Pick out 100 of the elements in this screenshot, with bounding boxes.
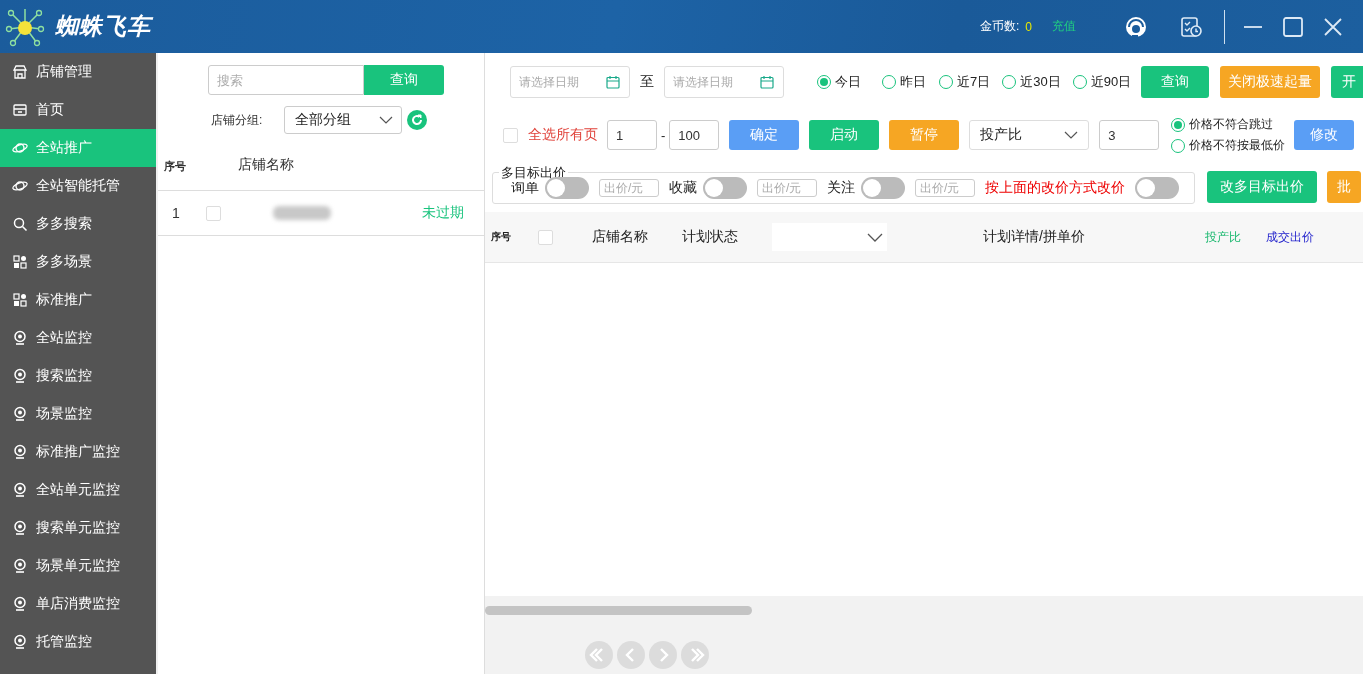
store-icon bbox=[12, 64, 28, 80]
next-page-icon[interactable] bbox=[649, 641, 677, 669]
sidebar-item[interactable]: 首页 bbox=[0, 91, 156, 129]
radio-label: 近30日 bbox=[1020, 73, 1061, 91]
search-icon bbox=[12, 216, 28, 232]
column-header: 序号 bbox=[164, 159, 186, 172]
radio-button[interactable] bbox=[1171, 117, 1186, 132]
camera-icon bbox=[12, 520, 28, 536]
calendar-icon bbox=[606, 75, 620, 89]
camera-icon bbox=[12, 444, 28, 460]
metric-dropdown[interactable]: 投产比 bbox=[969, 120, 1090, 150]
recharge-link[interactable]: 充值 bbox=[1052, 18, 1076, 35]
checkbox[interactable] bbox=[503, 127, 518, 143]
radio-label: 近7日 bbox=[957, 73, 991, 91]
sidebar-item[interactable]: 标准推广监控 bbox=[0, 433, 156, 471]
sidebar-item[interactable]: 场景单元监控 bbox=[0, 547, 156, 585]
camera-icon bbox=[12, 634, 28, 650]
sidebar-item[interactable]: 单店消费监控 bbox=[0, 585, 156, 623]
target-label: 收藏 bbox=[669, 179, 697, 197]
sidebar-item[interactable]: 托管监控 bbox=[0, 623, 156, 661]
calendar-icon bbox=[760, 75, 774, 89]
date-field[interactable]: 请选择日期 bbox=[510, 66, 630, 98]
close-icon[interactable] bbox=[1323, 16, 1343, 37]
refresh-icon[interactable] bbox=[407, 110, 427, 130]
camera-icon bbox=[12, 482, 28, 498]
target-label: 关注 bbox=[827, 179, 855, 197]
last-page-icon[interactable] bbox=[681, 641, 709, 669]
search-field[interactable]: 搜索 bbox=[208, 65, 364, 95]
orbit-icon bbox=[12, 178, 28, 194]
radio-label: 近90日 bbox=[1090, 73, 1132, 91]
range-to-field[interactable]: 100 bbox=[669, 120, 720, 150]
status-text: 未过期 bbox=[422, 204, 464, 222]
sidebar-item[interactable]: 全站监控 bbox=[0, 319, 156, 357]
toggle-switch[interactable] bbox=[1135, 177, 1179, 199]
bid-field[interactable]: 出价/元 bbox=[757, 179, 817, 197]
radio-button[interactable] bbox=[1002, 75, 1017, 89]
column-header: 店铺名称 bbox=[238, 156, 294, 174]
checkbox[interactable] bbox=[538, 229, 553, 245]
to-label: 至 bbox=[640, 73, 654, 91]
radio-label: 价格不符按最低价 bbox=[1189, 137, 1286, 154]
toggle-switch[interactable] bbox=[545, 177, 589, 199]
sidebar-item[interactable]: 标准推广 bbox=[0, 281, 156, 319]
sidebar-item[interactable]: 多多场景 bbox=[0, 243, 156, 281]
toggle-switch[interactable] bbox=[703, 177, 747, 199]
chevron-down-icon bbox=[867, 232, 883, 242]
orbit-icon bbox=[12, 140, 28, 156]
chevron-down-icon bbox=[379, 116, 393, 124]
sidebar-item[interactable]: 全站智能托管 bbox=[0, 167, 156, 205]
camera-icon bbox=[12, 558, 28, 574]
metric-value-field[interactable]: 3 bbox=[1099, 120, 1160, 150]
camera-icon bbox=[12, 406, 28, 422]
sidebar-item[interactable]: 搜索监控 bbox=[0, 357, 156, 395]
radio-button[interactable] bbox=[1171, 138, 1186, 153]
maximize-icon[interactable] bbox=[1283, 16, 1303, 37]
scrollbar-thumb[interactable] bbox=[485, 606, 752, 615]
radio-button[interactable] bbox=[882, 75, 896, 89]
radio-button[interactable] bbox=[817, 75, 831, 89]
sidebar-item[interactable]: 多多搜索 bbox=[0, 205, 156, 243]
checkbox[interactable] bbox=[205, 205, 221, 221]
radio-label: 昨日 bbox=[900, 73, 926, 91]
group-dropdown[interactable]: 全部分组 bbox=[284, 106, 402, 134]
radio-button[interactable] bbox=[939, 75, 953, 89]
sidebar-item[interactable]: 场景监控 bbox=[0, 395, 156, 433]
toggle-switch[interactable] bbox=[861, 177, 905, 199]
sidebar-item[interactable]: 店铺管理 bbox=[0, 53, 156, 91]
first-page-icon[interactable] bbox=[585, 641, 613, 669]
column-header: 序号 bbox=[491, 230, 511, 244]
home-icon bbox=[12, 102, 28, 118]
camera-icon bbox=[12, 330, 28, 346]
camera-icon bbox=[12, 368, 28, 384]
date-field[interactable]: 请选择日期 bbox=[664, 66, 784, 98]
column-header: 计划详情/拼单价 bbox=[983, 228, 1085, 246]
support-headset-icon[interactable] bbox=[1124, 14, 1148, 39]
bid-field[interactable]: 出价/元 bbox=[915, 179, 975, 197]
coins-count: 0 bbox=[1025, 19, 1032, 34]
column-header: 店铺名称 bbox=[592, 228, 648, 246]
bid-field[interactable]: 出价/元 bbox=[599, 179, 659, 197]
chevron-down-icon bbox=[1064, 131, 1079, 139]
schedule-icon[interactable] bbox=[1180, 15, 1202, 38]
radio-button[interactable] bbox=[1072, 75, 1087, 89]
target-label: 询单 bbox=[511, 179, 539, 197]
range-separator: - bbox=[661, 127, 666, 143]
blurred-shop-name bbox=[273, 206, 331, 220]
radio-label: 今日 bbox=[835, 73, 861, 91]
range-from-field[interactable]: 1 bbox=[607, 120, 657, 150]
column-header: 计划状态 bbox=[682, 228, 738, 246]
coins-label: 金币数: bbox=[979, 18, 1020, 35]
group-label: 店铺分组: bbox=[211, 111, 264, 129]
column-header: 成交出价 bbox=[1265, 228, 1314, 246]
note-text: 按上面的改价方式改价 bbox=[985, 179, 1125, 197]
row-index: 1 bbox=[172, 205, 180, 221]
radio-label: 价格不符合跳过 bbox=[1189, 116, 1274, 133]
sidebar-item[interactable]: 搜索单元监控 bbox=[0, 509, 156, 547]
camera-icon bbox=[12, 596, 28, 612]
previous-page-icon[interactable] bbox=[617, 641, 645, 669]
column-header: 投产比 bbox=[1204, 228, 1241, 246]
grid-icon bbox=[12, 254, 28, 270]
select-all-label: 全选所有页 bbox=[528, 126, 598, 144]
sidebar-item[interactable]: 全站单元监控 bbox=[0, 471, 156, 509]
grid-icon bbox=[12, 292, 28, 308]
